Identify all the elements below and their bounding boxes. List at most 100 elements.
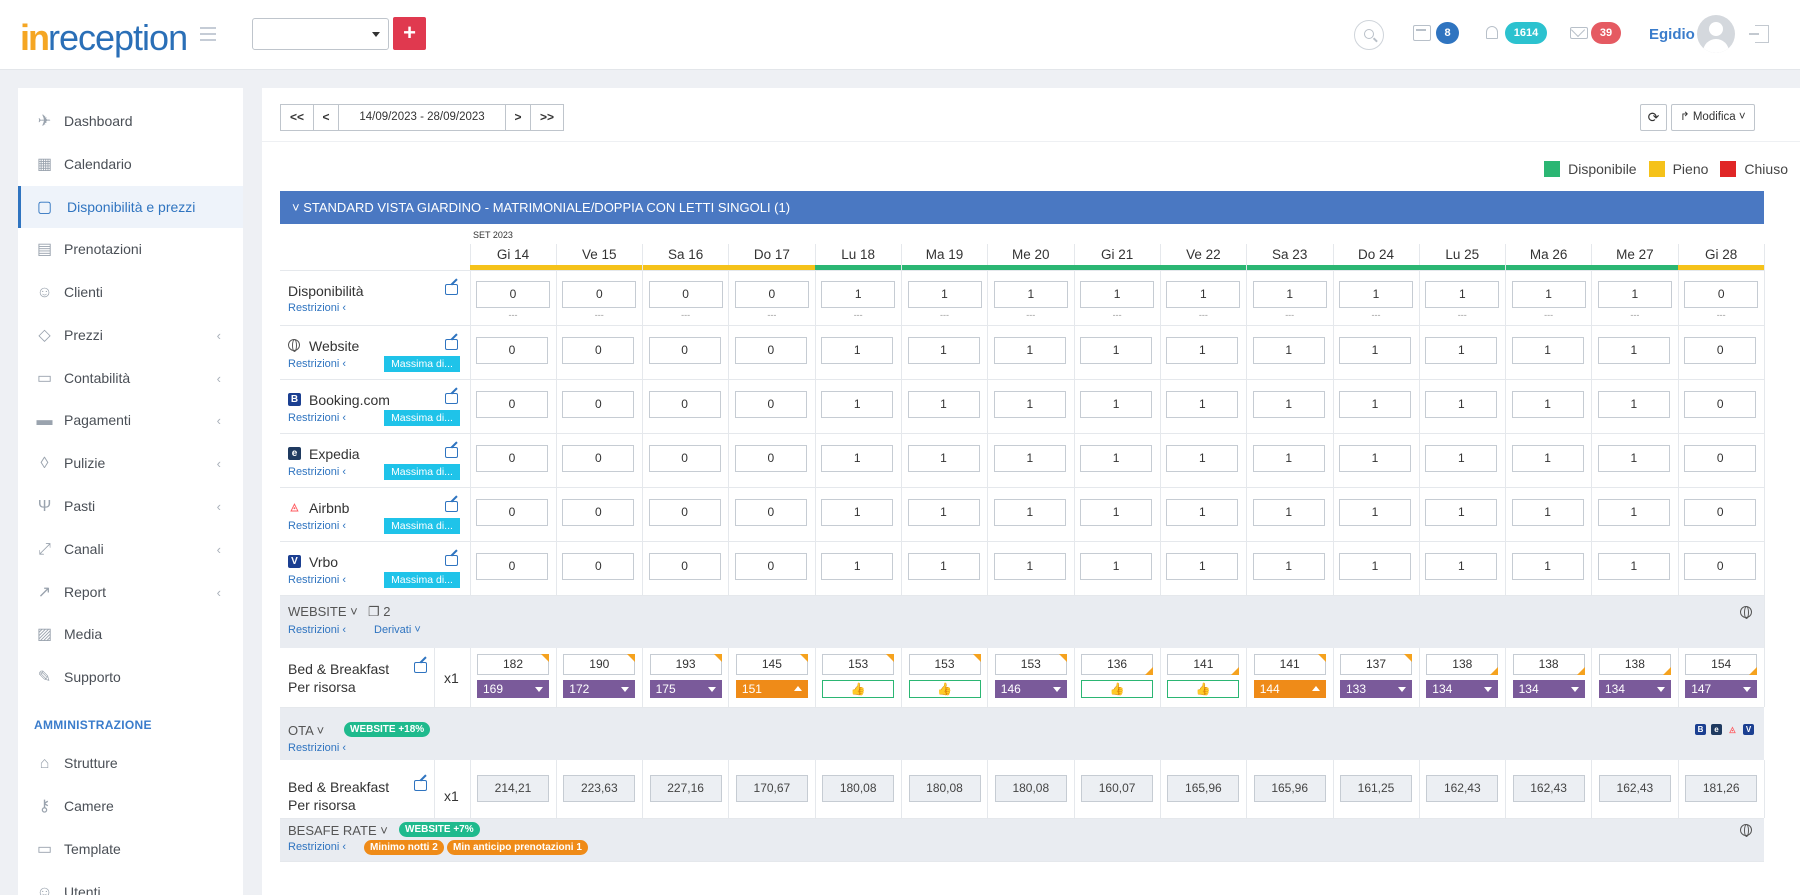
price-input[interactable]: 138 (1512, 654, 1585, 675)
channel-availability-cell[interactable]: 0 (562, 337, 635, 364)
channel-availability-cell[interactable]: 1 (1080, 391, 1153, 418)
channel-availability-cell[interactable]: 1 (821, 553, 894, 580)
sidebar-item-report[interactable]: ↗ Report ‹ (18, 571, 243, 613)
add-button[interactable]: + (393, 17, 426, 50)
sidebar-item-prenotazioni[interactable]: ▤ Prenotazioni (18, 228, 243, 270)
channel-availability-cell[interactable]: 1 (1425, 445, 1498, 472)
availability-cell[interactable]: 0 (734, 281, 809, 308)
restrictions-link[interactable]: Restrizioni ‹ (288, 624, 346, 636)
edit-icon[interactable] (414, 780, 427, 791)
notifications-badge[interactable]: 1614 (1505, 22, 1547, 44)
occupancy-price-select[interactable]: 133 (1340, 680, 1412, 698)
edit-icon[interactable] (445, 555, 458, 566)
sidebar-item-pasti[interactable]: Ψ Pasti ‹ (18, 485, 243, 527)
availability-cell[interactable]: 0 (562, 281, 637, 308)
sidebar-item-contabilit-[interactable]: ▭ Contabilità ‹ (18, 357, 243, 399)
edit-icon[interactable] (445, 501, 458, 512)
channel-availability-cell[interactable]: 0 (1684, 337, 1757, 364)
availability-cell[interactable]: 0 (1684, 281, 1759, 308)
channel-availability-cell[interactable]: 1 (1166, 445, 1239, 472)
channel-availability-cell[interactable]: 1 (993, 337, 1066, 364)
sidebar-item-clienti[interactable]: ☺ Clienti (18, 271, 243, 313)
availability-cell[interactable]: 1 (1597, 281, 1672, 308)
price-input[interactable]: 154 (1685, 654, 1758, 675)
calendar-icon[interactable] (1413, 25, 1431, 41)
restrictions-link[interactable]: Restrizioni ‹ (288, 358, 346, 370)
channel-availability-cell[interactable]: 1 (993, 553, 1066, 580)
channel-availability-cell[interactable]: 0 (648, 499, 721, 526)
avatar[interactable] (1697, 15, 1735, 53)
channel-availability-cell[interactable]: 0 (648, 337, 721, 364)
channel-availability-cell[interactable]: 1 (907, 391, 980, 418)
channel-availability-cell[interactable]: 1 (1080, 445, 1153, 472)
rate-plan-name[interactable]: OTA ˅ (288, 723, 324, 738)
bell-icon[interactable] (1483, 25, 1501, 41)
massima-button[interactable]: Massima di... (384, 572, 460, 588)
channel-availability-cell[interactable]: 1 (1252, 553, 1325, 580)
channel-availability-cell[interactable]: 0 (1684, 391, 1757, 418)
channel-availability-cell[interactable]: 0 (734, 337, 807, 364)
occupancy-price-select[interactable]: 134 (1598, 680, 1671, 698)
channel-availability-cell[interactable]: 1 (1166, 499, 1239, 526)
restrictions-link[interactable]: Restrizioni ‹ (288, 841, 346, 853)
channel-availability-cell[interactable]: 0 (648, 391, 721, 418)
availability-cell[interactable]: 1 (1339, 281, 1413, 308)
availability-cell[interactable]: 1 (821, 281, 896, 308)
price-input[interactable]: 193 (649, 654, 722, 675)
username[interactable]: Egidio (1649, 26, 1695, 43)
date-range-field[interactable]: 14/09/2023 - 28/09/2023 (338, 104, 506, 131)
channel-availability-cell[interactable]: 1 (993, 445, 1066, 472)
channel-availability-cell[interactable]: 1 (1511, 391, 1584, 418)
edit-icon[interactable] (445, 339, 458, 350)
price-input[interactable]: 141 (1253, 654, 1326, 675)
channel-availability-cell[interactable]: 1 (1166, 391, 1239, 418)
refresh-button[interactable]: ⟳ (1640, 104, 1667, 131)
channel-availability-cell[interactable]: 1 (1597, 499, 1670, 526)
channel-availability-cell[interactable]: 0 (734, 499, 807, 526)
channel-availability-cell[interactable]: 1 (1339, 499, 1411, 526)
next-period-button[interactable]: > (505, 104, 531, 131)
channel-availability-cell[interactable]: 1 (993, 391, 1066, 418)
occupancy-price-select[interactable]: 134 (1512, 680, 1585, 698)
occupancy-price-select[interactable]: 144 (1253, 680, 1326, 698)
channel-availability-cell[interactable]: 1 (907, 337, 980, 364)
sidebar-item-pagamenti[interactable]: ▬ Pagamenti ‹ (18, 399, 243, 441)
channel-availability-cell[interactable]: 1 (1339, 445, 1411, 472)
occupancy-price-select[interactable]: 169 (477, 680, 549, 698)
channel-availability-cell[interactable]: 0 (562, 391, 635, 418)
availability-cell[interactable]: 1 (993, 281, 1068, 308)
price-input[interactable]: 136 (1081, 654, 1154, 675)
sidebar-item-prezzi[interactable]: ◇ Prezzi ‹ (18, 314, 243, 356)
availability-cell[interactable]: 1 (1425, 281, 1500, 308)
massima-button[interactable]: Massima di... (384, 518, 460, 534)
thumbs-up-icon[interactable]: 👍 (908, 680, 981, 698)
channel-availability-cell[interactable]: 1 (1080, 553, 1153, 580)
price-input[interactable]: 190 (563, 654, 636, 675)
channel-availability-cell[interactable]: 0 (1684, 445, 1757, 472)
sidebar-item-strutture[interactable]: ⌂ Strutture (18, 742, 243, 784)
channel-availability-cell[interactable]: 0 (734, 445, 807, 472)
logout-icon[interactable] (1749, 25, 1769, 43)
messages-badge[interactable]: 39 (1591, 22, 1621, 44)
channel-availability-cell[interactable]: 1 (1339, 391, 1411, 418)
occupancy-price-select[interactable]: 146 (994, 680, 1067, 698)
modifica-button[interactable]: ↱ Modifica ˅ (1671, 104, 1755, 131)
copy-count[interactable]: ❐ 2 (368, 604, 391, 620)
channel-availability-cell[interactable]: 1 (821, 391, 894, 418)
availability-cell[interactable]: 0 (476, 281, 550, 308)
channel-availability-cell[interactable]: 0 (476, 499, 548, 526)
channel-availability-cell[interactable]: 1 (1597, 553, 1670, 580)
sidebar-item-utenti[interactable]: ☺ Utenti (18, 871, 243, 895)
channel-availability-cell[interactable]: 0 (734, 553, 807, 580)
availability-cell[interactable]: 1 (1166, 281, 1241, 308)
channel-availability-cell[interactable]: 1 (1511, 499, 1584, 526)
search-icon[interactable] (1354, 20, 1384, 50)
sidebar-item-disponibilit-e-prezzi[interactable]: ▢ Disponibilità e prezzi (18, 186, 243, 228)
channel-availability-cell[interactable]: 0 (734, 391, 807, 418)
derivati-link[interactable]: Derivati ˅ (374, 624, 421, 636)
channel-availability-cell[interactable]: 1 (1080, 499, 1153, 526)
availability-cell[interactable]: 1 (1252, 281, 1327, 308)
edit-icon[interactable] (445, 393, 458, 404)
sidebar-item-template[interactable]: ▭ Template (18, 828, 243, 870)
channel-availability-cell[interactable]: 0 (562, 499, 635, 526)
